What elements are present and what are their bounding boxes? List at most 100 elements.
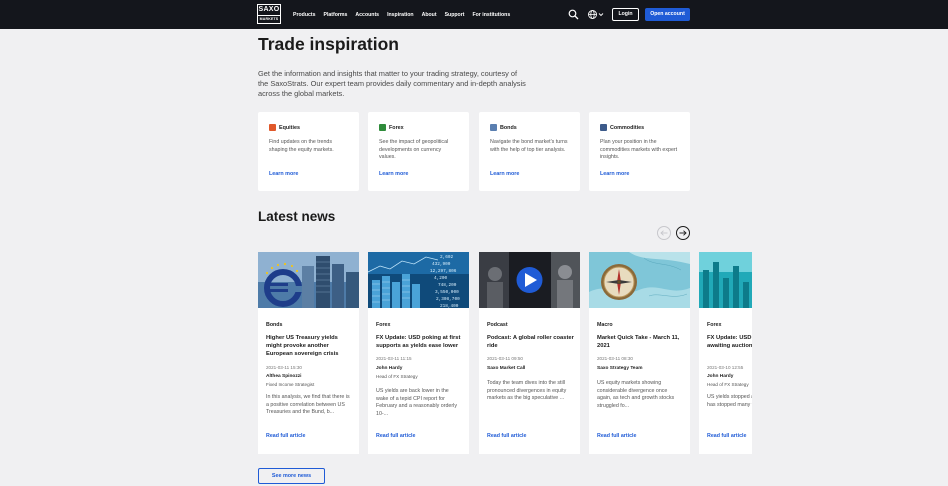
open-account-button[interactable]: Open account (645, 8, 690, 21)
euro-building-illustration (258, 252, 359, 308)
news-date: 2021-03-10 12:55 (707, 365, 744, 370)
news-author-role: Head of FX Strategy (376, 374, 418, 379)
menu-item-platforms[interactable]: Platforms (323, 12, 347, 18)
news-excerpt: Today the team dives into the still pron… (487, 380, 567, 402)
category-title: Forex (379, 124, 404, 131)
news-card[interactable]: Macro Market Quick Take - March 11, 2021… (589, 252, 690, 454)
category-description: Navigate the bond market's turns with th… (490, 139, 568, 153)
equities-icon (269, 124, 276, 131)
category-title: Equities (269, 124, 300, 131)
news-category: Forex (376, 322, 391, 328)
arrow-right-icon (679, 230, 687, 236)
news-title[interactable]: Market Quick Take - March 11, 2021 (597, 334, 685, 350)
news-author: Saxo Market Call (487, 366, 526, 371)
read-full-article-link[interactable]: Read full article (707, 433, 746, 439)
latest-news-heading: Latest news (258, 209, 336, 224)
learn-more-link[interactable]: Learn more (379, 171, 408, 177)
news-author-role: Fixed Income Strategist (266, 382, 315, 387)
search-icon[interactable] (568, 9, 579, 20)
menu-item-inspiration[interactable]: Inspiration (387, 12, 414, 18)
menu-item-for-institutions[interactable]: For institutions (472, 12, 510, 18)
category-title: Bonds (490, 124, 517, 131)
news-category: Podcast (487, 322, 508, 328)
learn-more-link[interactable]: Learn more (269, 171, 298, 177)
bonds-icon (490, 124, 497, 131)
saxo-logo[interactable]: SAXO MARKETS (257, 4, 281, 24)
news-excerpt: US yields are back lower in the wake of … (376, 388, 457, 417)
svg-text:12,297,806: 12,297,806 (430, 269, 457, 274)
news-excerpt: US equity markets showing considerable d… (597, 380, 675, 409)
carousel-prev-button[interactable] (657, 226, 671, 240)
svg-text:3,550,000: 3,550,000 (435, 290, 459, 295)
category-title: Commodities (600, 124, 644, 131)
login-button[interactable]: Login (612, 8, 639, 21)
arrow-left-icon (660, 230, 668, 236)
news-category: Forex (707, 322, 722, 328)
page-intro: Get the information and insights that ma… (258, 69, 526, 98)
news-author-role: Head of FX Strategy (707, 382, 749, 387)
news-author: John Hardy (707, 374, 734, 379)
news-image-euro-sculpture (258, 252, 359, 308)
news-title[interactable]: FX Update: USD crossroads, awaiting auct… (707, 334, 752, 350)
news-card[interactable]: Forex FX Update: USD crossroads, awaitin… (699, 252, 752, 454)
news-image-podcast-video[interactable] (479, 252, 580, 308)
svg-text:2,308,700: 2,308,700 (436, 297, 460, 302)
language-globe-icon[interactable] (587, 9, 604, 20)
read-full-article-link[interactable]: Read full article (376, 433, 415, 439)
category-card-equities[interactable]: Equities Find updates on the trends shap… (258, 112, 359, 191)
category-label: Commodities (610, 124, 645, 131)
news-author: Althea Spinozzi (266, 374, 302, 379)
news-date: 2021-03-11 11:15 (376, 356, 412, 361)
category-description: Find updates on the trends shaping the e… (269, 139, 334, 153)
category-description: Plan your position in the commodities ma… (600, 139, 678, 160)
logo-wordmark: SAXO (258, 6, 280, 13)
news-image-fx-teal (699, 252, 752, 308)
svg-text:2,602: 2,602 (440, 255, 454, 260)
read-full-article-link[interactable]: Read full article (266, 433, 305, 439)
category-description: See the impact of geopolitical developme… (379, 139, 449, 160)
learn-more-link[interactable]: Learn more (490, 171, 519, 177)
menu-item-accounts[interactable]: Accounts (355, 12, 379, 18)
news-date: 2021-03-11 08:30 (597, 356, 633, 361)
news-title[interactable]: Podcast: A global roller coaster ride (487, 334, 575, 350)
news-card[interactable]: 2,602 432,900 12,297,806 4,200 748,200 3,55… (368, 252, 469, 454)
learn-more-link[interactable]: Learn more (600, 171, 629, 177)
news-category: Bonds (266, 322, 283, 328)
see-more-news-button[interactable]: See more news (258, 468, 325, 484)
forex-icon (379, 124, 386, 131)
news-title[interactable]: Higher US Treasury yields might provoke … (266, 334, 354, 358)
fx-teal-illustration (699, 252, 752, 308)
news-image-coins-chart: 2,602 432,900 12,297,806 4,200 748,200 3,55… (368, 252, 469, 308)
category-card-forex[interactable]: Forex See the impact of geopolitical dev… (368, 112, 469, 191)
news-excerpt: US yields stopped and the US dollar has … (707, 394, 752, 408)
news-date: 2021-03-11 09:50 (487, 356, 523, 361)
menu-item-about[interactable]: About (422, 12, 437, 18)
podcast-video-thumbnail (479, 252, 580, 308)
menu-item-products[interactable]: Products (293, 12, 315, 18)
category-label: Bonds (500, 124, 517, 131)
read-full-article-link[interactable]: Read full article (487, 433, 526, 439)
coins-chart-illustration: 2,602 432,900 12,297,806 4,200 748,200 3,55… (368, 252, 469, 308)
menu-item-support[interactable]: Support (445, 12, 465, 18)
news-card[interactable]: Bonds Higher US Treasury yields might pr… (258, 252, 359, 454)
news-author: Saxo Strategy Team (597, 366, 643, 371)
compass-map-illustration (589, 252, 690, 308)
news-author: John Hardy (376, 366, 403, 371)
news-image-compass-map (589, 252, 690, 308)
news-carousel: Bonds Higher US Treasury yields might pr… (258, 252, 752, 454)
svg-text:748,200: 748,200 (438, 283, 457, 288)
news-excerpt: In this analysis, we find that there is … (266, 394, 350, 416)
svg-text:432,900: 432,900 (432, 262, 451, 267)
category-card-commodities[interactable]: Commodities Plan your position in the co… (589, 112, 690, 191)
news-category: Macro (597, 322, 613, 328)
news-card[interactable]: Podcast Podcast: A global roller coaster… (479, 252, 580, 454)
category-label: Equities (279, 124, 300, 131)
category-card-bonds[interactable]: Bonds Navigate the bond market's turns w… (479, 112, 580, 191)
carousel-next-button[interactable] (676, 226, 690, 240)
read-full-article-link[interactable]: Read full article (597, 433, 636, 439)
category-label: Forex (389, 124, 404, 131)
news-date: 2021-03-11 15:30 (266, 365, 302, 370)
page-title: Trade inspiration (258, 34, 399, 54)
top-navigation-bar: SAXO MARKETS Products Platforms Accounts… (0, 0, 948, 29)
news-title[interactable]: FX Update: USD poking at first supports … (376, 334, 464, 350)
